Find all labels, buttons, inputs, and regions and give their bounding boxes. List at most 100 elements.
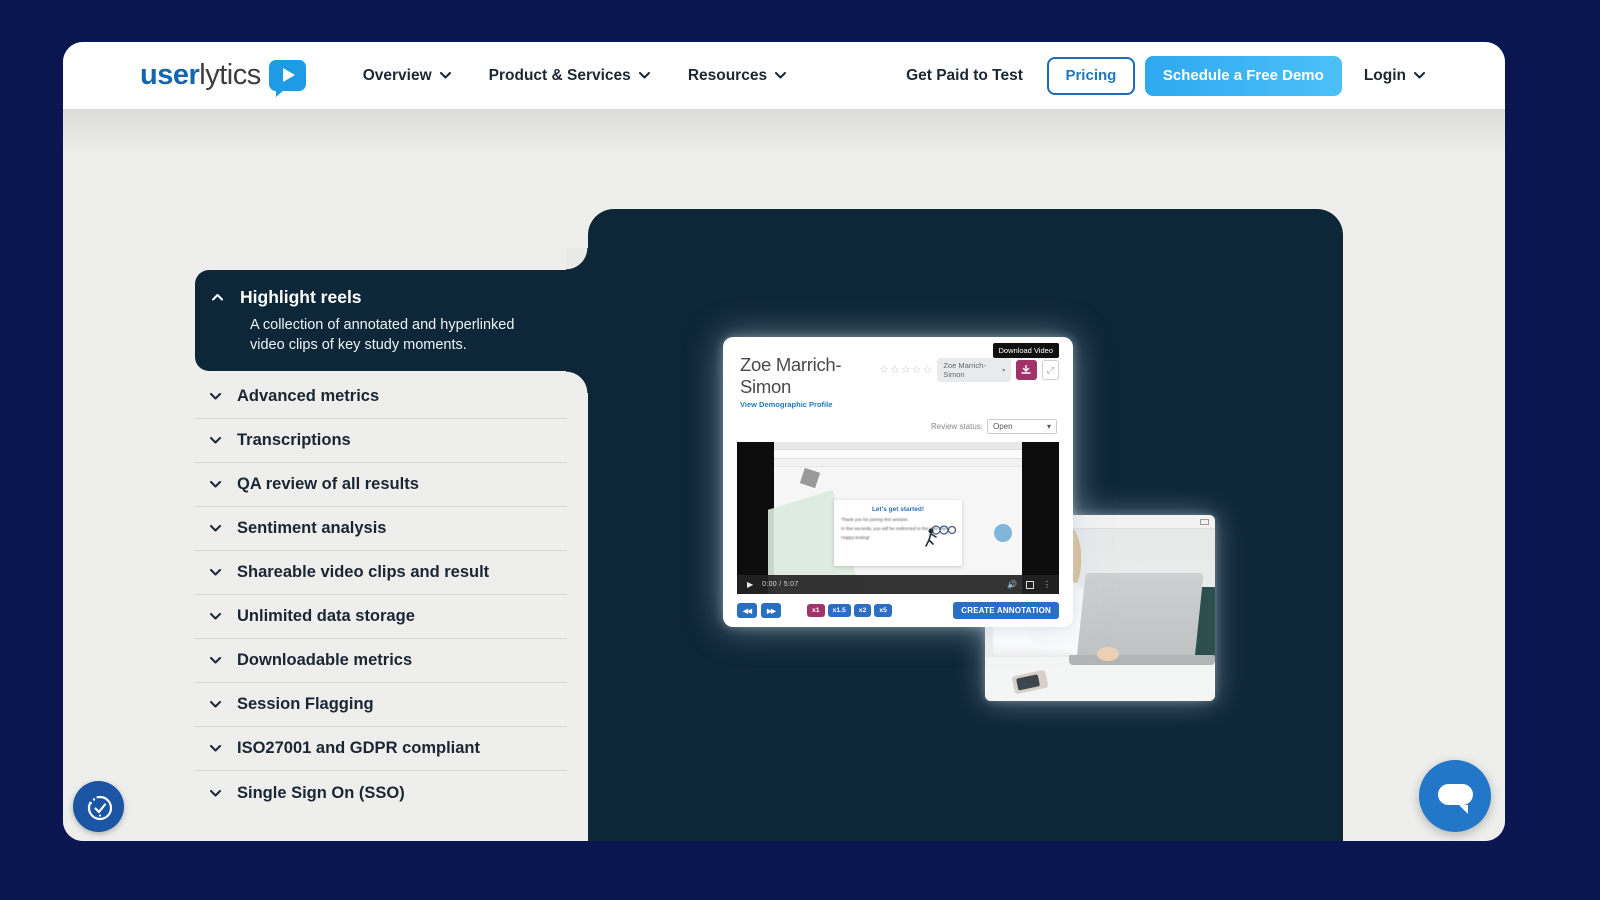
chevron-down-icon: [210, 701, 221, 708]
main-nav: Overview Product & Services Resources: [363, 67, 786, 85]
accordion-item-sentiment-analysis[interactable]: Sentiment analysis: [195, 507, 567, 551]
chevron-up-icon: [212, 294, 223, 301]
download-icon: [1021, 365, 1031, 375]
laptop-shape: [1076, 573, 1203, 661]
review-status-select[interactable]: Open ▾: [987, 419, 1057, 434]
more-options-icon[interactable]: ⋮: [1043, 580, 1051, 589]
content-area: Highlight reels A collection of annotate…: [63, 109, 1505, 841]
chat-widget-button[interactable]: [1419, 760, 1491, 832]
panel-fillet-top: [566, 248, 588, 270]
page-card: userlytics Overview Product & Services R…: [63, 42, 1505, 841]
download-video-tooltip: Download Video: [993, 343, 1060, 358]
accordion-item-session-flagging[interactable]: Session Flagging: [195, 683, 567, 727]
fullscreen-icon[interactable]: [1026, 581, 1034, 589]
cookie-consent-button[interactable]: [73, 781, 124, 832]
demographic-profile-link[interactable]: View Demographic Profile: [740, 400, 879, 409]
nav-label: Product & Services: [489, 67, 631, 85]
chevron-down-icon: [210, 437, 221, 444]
review-status-label: Review status:: [931, 422, 983, 431]
nav-item-resources[interactable]: Resources: [688, 67, 786, 85]
login-menu[interactable]: Login: [1364, 67, 1425, 85]
review-status-value: Open: [993, 422, 1013, 431]
star-icon[interactable]: ☆: [879, 365, 889, 376]
accordion-list: Advanced metrics Transcriptions QA revie…: [195, 375, 567, 815]
cookie-check-icon: [84, 792, 114, 822]
chat-bubble-icon: [1438, 784, 1473, 805]
decorative-circle: [994, 524, 1012, 542]
minimize-icon: [1200, 519, 1209, 525]
runner-rings-illustration: [922, 522, 956, 548]
speed-x1-button[interactable]: x1: [807, 604, 825, 617]
accordion-title: Highlight reels: [240, 287, 362, 308]
accordion-item-sso[interactable]: Single Sign On (SSO): [195, 771, 567, 815]
chevron-down-icon: [210, 657, 221, 664]
chevron-down-icon: ▾: [1002, 367, 1005, 374]
accordion-item-iso-gdpr[interactable]: ISO27001 and GDPR compliant: [195, 727, 567, 771]
accordion-item-advanced-metrics[interactable]: Advanced metrics: [195, 375, 567, 419]
pricing-button[interactable]: Pricing: [1047, 57, 1135, 95]
accordion-item-unlimited-storage[interactable]: Unlimited data storage: [195, 595, 567, 639]
accordion-description: A collection of annotated and hyperlinke…: [250, 315, 542, 355]
modal-headline: Let's get started!: [841, 506, 955, 513]
seek-forward-button[interactable]: ▶▶: [761, 603, 781, 618]
player-footer: ◀◀ ▶▶ x1 x1.5 x2 x5 CREATE ANNOTATION: [723, 594, 1073, 619]
chevron-down-icon: [210, 481, 221, 488]
chevron-down-icon: ▾: [1047, 422, 1051, 431]
video-timestamp: 0:00 / 5:07: [762, 581, 798, 588]
speed-x2-button[interactable]: x2: [854, 604, 872, 617]
decorative-square: [800, 468, 820, 488]
chevron-down-icon: [775, 72, 786, 79]
chevron-down-icon: [210, 569, 221, 576]
chevron-down-icon: [210, 790, 221, 797]
header-right: Get Paid to Test Pricing Schedule a Free…: [906, 56, 1425, 96]
session-video[interactable]: Let's get started! Thank you for joining…: [737, 442, 1059, 594]
accordion-item-highlight-reels-expanded[interactable]: Highlight reels A collection of annotate…: [195, 270, 589, 371]
get-paid-to-test-link[interactable]: Get Paid to Test: [906, 67, 1023, 85]
accordion-item-label: Single Sign On (SSO): [237, 784, 405, 803]
review-status-row: Review status: Open ▾: [723, 413, 1073, 436]
accordion-item-transcriptions[interactable]: Transcriptions: [195, 419, 567, 463]
accordion-item-qa-review[interactable]: QA review of all results: [195, 463, 567, 507]
speed-x5-button[interactable]: x5: [874, 604, 892, 617]
browser-menubar: [774, 442, 1022, 450]
logo-play-bubble-icon: [269, 60, 306, 91]
create-annotation-button[interactable]: CREATE ANNOTATION: [953, 602, 1059, 619]
play-icon[interactable]: ▶: [747, 580, 753, 589]
chevron-down-icon: [639, 72, 650, 79]
nav-label: Resources: [688, 67, 767, 85]
userlytics-logo[interactable]: userlytics: [140, 59, 306, 92]
accordion-item-label: Unlimited data storage: [237, 607, 415, 626]
star-rating[interactable]: ☆ ☆ ☆ ☆ ☆: [879, 365, 932, 376]
accordion-item-label: Sentiment analysis: [237, 519, 386, 538]
accordion-item-label: ISO27001 and GDPR compliant: [237, 739, 480, 758]
star-icon[interactable]: ☆: [890, 365, 900, 376]
speed-x1-5-button[interactable]: x1.5: [828, 604, 851, 617]
schedule-demo-button[interactable]: Schedule a Free Demo: [1145, 56, 1342, 96]
accordion-item-downloadable-metrics[interactable]: Downloadable metrics: [195, 639, 567, 683]
star-icon[interactable]: ☆: [901, 365, 911, 376]
volume-icon[interactable]: 🔊: [1007, 580, 1017, 589]
expand-button[interactable]: ⤢: [1042, 360, 1059, 380]
chevron-down-icon: [210, 525, 221, 532]
accordion-item-label: Session Flagging: [237, 695, 374, 714]
seek-back-button[interactable]: ◀◀: [737, 603, 757, 618]
chevron-down-icon: [1414, 72, 1425, 79]
browser-tabbar: [774, 450, 1022, 459]
accordion-item-label: QA review of all results: [237, 475, 419, 494]
panel-fillet-bottom: [566, 371, 588, 393]
accordion-item-shareable-clips[interactable]: Shareable video clips and result: [195, 551, 567, 595]
chevron-down-icon: [210, 613, 221, 620]
star-icon[interactable]: ☆: [912, 365, 922, 376]
star-icon[interactable]: ☆: [922, 365, 932, 376]
logo-text-bold: user: [140, 59, 199, 92]
download-button[interactable]: [1016, 360, 1036, 380]
chevron-down-icon: [210, 745, 221, 752]
nav-label: Overview: [363, 67, 432, 85]
logo-text-light: lytics: [199, 59, 260, 92]
expand-icon: ⤢: [1047, 365, 1054, 376]
chat-bubble-tail: [1459, 805, 1468, 814]
tester-dropdown[interactable]: Zoe Marrich-Simon ▾: [937, 358, 1011, 382]
nav-item-product-services[interactable]: Product & Services: [489, 67, 650, 85]
nav-item-overview[interactable]: Overview: [363, 67, 451, 85]
speed-controls: x1 x1.5 x2 x5: [807, 604, 892, 617]
